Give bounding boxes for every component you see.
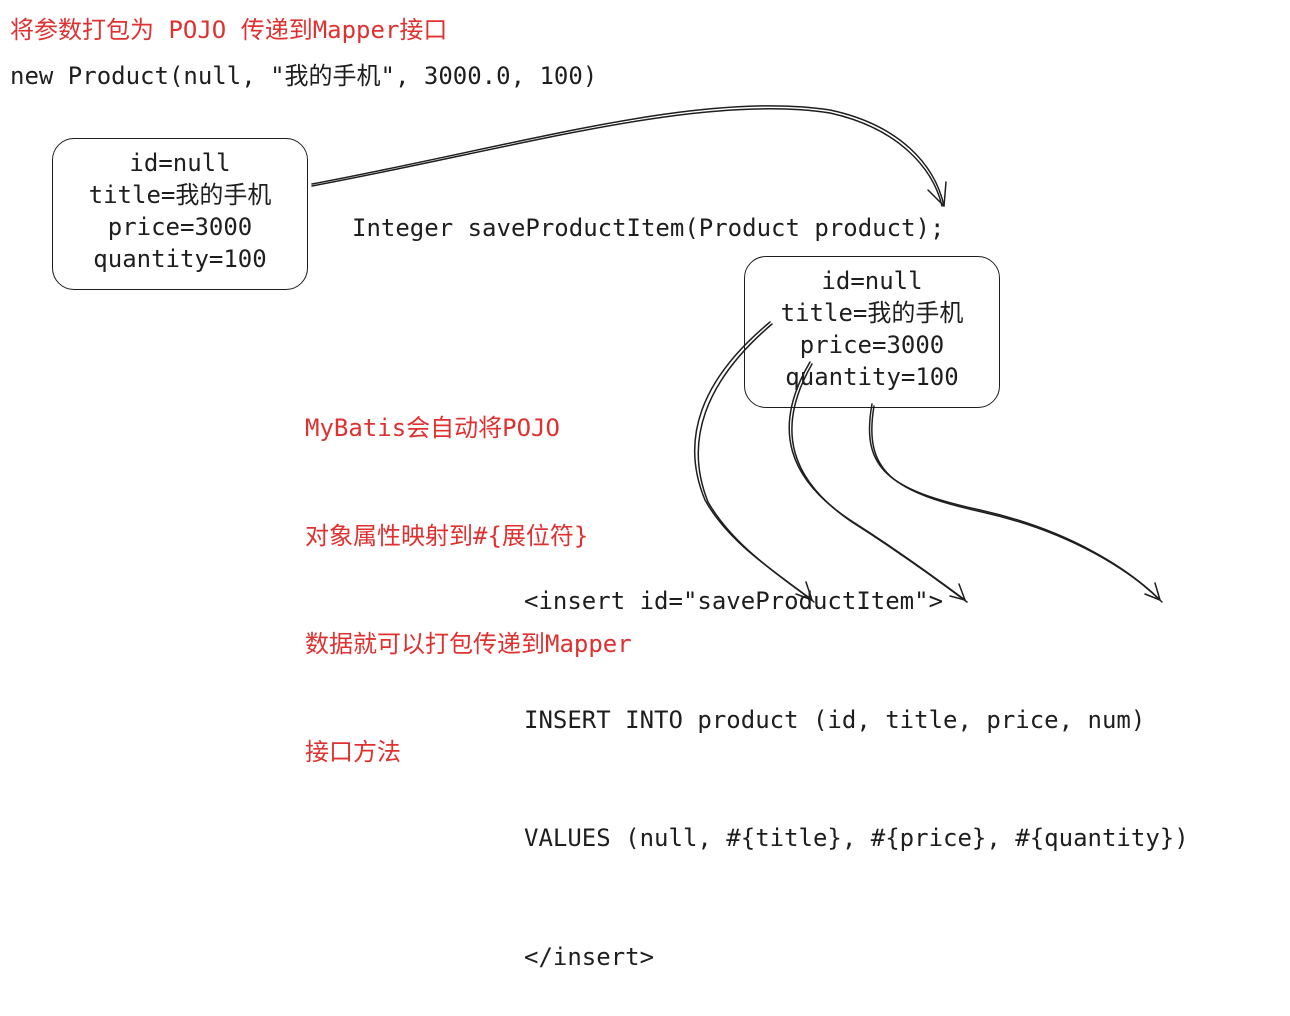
arrow-pojo-to-method bbox=[311, 105, 947, 207]
sql-line-insert-close: </insert> bbox=[524, 942, 655, 971]
arrow-price-mapping bbox=[788, 361, 968, 603]
sql-line-insert-into: INSERT INTO product (id, title, price, n… bbox=[524, 705, 1146, 734]
arrow-quantity-mapping bbox=[868, 403, 1163, 603]
sql-line-values: VALUES (null, #{title}, #{price}, #{quan… bbox=[524, 824, 1189, 852]
connector-arrows bbox=[311, 105, 1163, 603]
